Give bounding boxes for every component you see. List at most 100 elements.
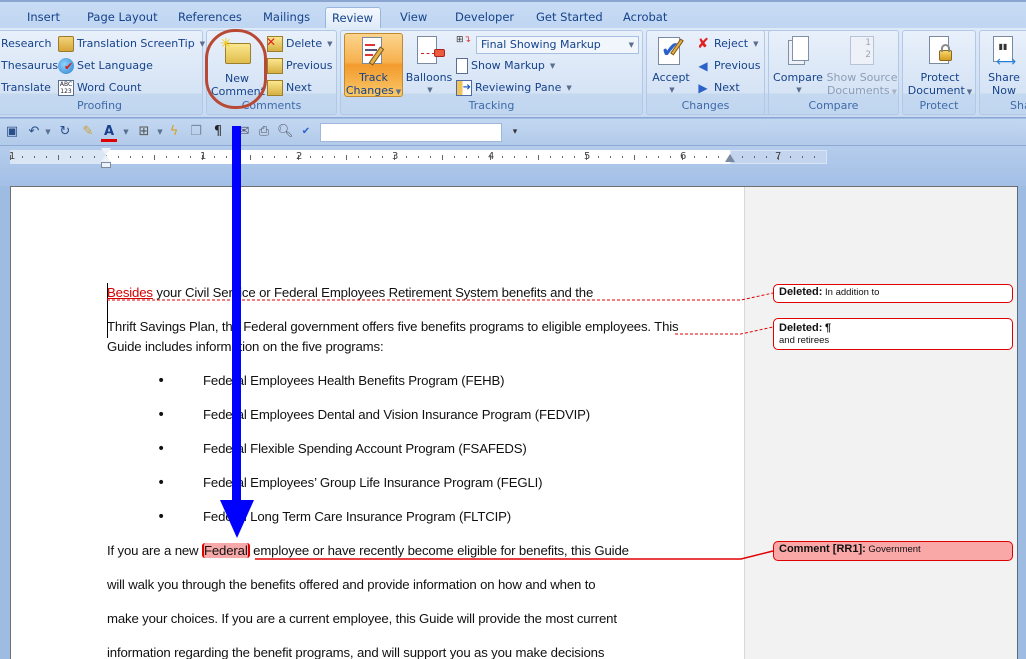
share-group: ▮▮ ⟷ Share Now Sha xyxy=(979,30,1026,115)
annotation-arrow-shaft xyxy=(232,126,241,506)
delete-comment-button[interactable]: ✕ Delete ▼ xyxy=(266,34,333,54)
ruler-tick xyxy=(346,155,347,160)
tab-acrobat[interactable]: Acrobat xyxy=(617,7,673,29)
ruler-tick xyxy=(502,156,503,158)
previous-change-icon: ◀ xyxy=(698,59,708,73)
balloon-title: Deleted: xyxy=(779,322,823,334)
right-indent-marker[interactable] xyxy=(725,154,735,162)
track-changes-icon xyxy=(358,36,390,68)
deletion-balloon[interactable]: Deleted: In addition to xyxy=(773,284,1013,303)
previous-comment-button[interactable]: Previous xyxy=(267,56,333,76)
ruler-tick xyxy=(442,155,443,160)
source-documents-icon: 12 xyxy=(846,36,878,68)
share-now-button[interactable]: ▮▮ ⟷ Share Now xyxy=(982,36,1026,97)
track-changes-button[interactable]: Track Changes ▼ xyxy=(344,33,403,97)
display-for-review-select[interactable]: Final Showing Markup ▼ xyxy=(476,36,639,54)
ruler-tick xyxy=(166,156,167,158)
show-markup-button[interactable]: Show Markup ▼ xyxy=(456,56,555,76)
customize-toolbar-icon[interactable]: ▾ xyxy=(507,124,523,140)
borders-icon[interactable]: ⊞ xyxy=(136,124,152,140)
word-count-button[interactable]: ABC 123 Word Count xyxy=(58,78,141,98)
toolbar-text-field[interactable] xyxy=(320,123,502,142)
ruler-tick xyxy=(178,156,179,158)
format-painter-icon[interactable]: ✎ xyxy=(80,124,96,140)
display-for-review-icon-button[interactable]: ⊞↴ xyxy=(456,34,472,54)
balloons-label: Balloons xyxy=(405,71,453,84)
share-label-2: Now xyxy=(992,84,1016,97)
document-icon xyxy=(456,58,468,74)
ruler-number: 7 xyxy=(775,151,782,162)
dropdown-caret-icon: ▼ xyxy=(199,40,206,48)
reviewing-pane-button[interactable]: ➜ Reviewing Pane ▼ xyxy=(456,78,572,98)
ruler-tick xyxy=(118,156,119,158)
pilcrow-icon: ¶ xyxy=(825,322,832,334)
ruler-number: 5 xyxy=(584,151,591,162)
reject-button[interactable]: ✘ Reject ▼ xyxy=(695,34,758,54)
ruler-tick xyxy=(526,156,527,158)
track-changes-label-2: Changes xyxy=(345,84,394,97)
balloon-connectors xyxy=(107,292,774,560)
copy-icon[interactable]: ❐ xyxy=(188,124,204,140)
ruler-tick xyxy=(610,156,611,158)
tab-mailings[interactable]: Mailings xyxy=(257,7,316,29)
ruler-tick xyxy=(670,156,671,158)
ruler-tick xyxy=(754,156,755,158)
tab-view[interactable]: View xyxy=(394,7,433,29)
ruler-tick xyxy=(814,156,815,158)
protect-document-button[interactable]: Protect Document ▼ xyxy=(905,36,975,99)
ruler-tick xyxy=(382,156,383,158)
ruler-tick xyxy=(478,156,479,158)
accept-button[interactable]: ✔ Accept ▼ xyxy=(651,36,691,97)
tab-page-layout[interactable]: Page Layout xyxy=(81,7,164,29)
ruler-tick xyxy=(250,155,251,160)
set-language-label: Set Language xyxy=(77,59,153,72)
translate-label: Translate xyxy=(1,81,51,94)
ruler-tick xyxy=(634,155,635,160)
thesaurus-button[interactable]: Thesaurus xyxy=(1,56,58,76)
compare-button[interactable]: Compare ▼ xyxy=(771,36,825,97)
set-language-button[interactable]: ✔ Set Language xyxy=(58,56,153,76)
deletion-balloon[interactable]: Deleted: ¶ and retirees xyxy=(773,318,1013,350)
comment-balloon[interactable]: Comment [RR1]: Government xyxy=(773,541,1013,561)
next-change-button[interactable]: ▶ Next xyxy=(695,78,739,98)
ruler-tick xyxy=(550,156,551,158)
next-comment-button[interactable]: Next xyxy=(267,78,312,98)
tab-developer[interactable]: Developer xyxy=(449,7,520,29)
save-icon[interactable]: ▣ xyxy=(4,124,20,140)
protect-group-label: Protect xyxy=(919,99,959,112)
undo-dropdown-icon[interactable]: ▼ xyxy=(40,124,56,140)
quick-access-toolbar: ▣ ↶ ▼ ↻ ✎ A ▼ ⊞ ▼ ϟ ❐ ¶ ✉ ⎙ 🔍︎ ✔ ▾ xyxy=(0,119,1026,146)
spelling-icon[interactable]: ✔ xyxy=(298,124,314,140)
ruler-tick xyxy=(82,156,83,158)
translation-screentip-button[interactable]: Translation ScreenTip ▼ xyxy=(58,34,205,54)
lightning-icon[interactable]: ϟ xyxy=(166,124,182,140)
balloons-button[interactable]: Balloons ▼ xyxy=(405,36,453,97)
document-page: Besides your Civil Service or Federal Em… xyxy=(10,186,1018,659)
dropdown-caret-icon: ▼ xyxy=(549,62,556,70)
proofing-group-label: Proofing xyxy=(76,99,123,112)
tab-references[interactable]: References xyxy=(172,7,248,29)
ruler-tick xyxy=(322,156,323,158)
previous-change-label: Previous xyxy=(714,59,761,72)
dropdown-caret-icon: ▼ xyxy=(566,84,572,92)
next-comment-label: Next xyxy=(286,81,312,94)
ruler-tick xyxy=(34,156,35,158)
ruler-tick xyxy=(274,156,275,158)
tab-insert[interactable]: Insert xyxy=(21,7,66,29)
ruler-tick xyxy=(514,156,515,158)
compare-label: Compare xyxy=(773,71,823,84)
indent-marker[interactable] xyxy=(101,148,111,170)
font-color-dropdown-icon[interactable]: ▼ xyxy=(118,124,134,140)
show-source-documents-button[interactable]: 12 Show Source Documents ▼ xyxy=(825,36,899,99)
research-button[interactable]: Research xyxy=(1,34,51,54)
translate-button[interactable]: Translate xyxy=(1,78,51,98)
previous-change-button[interactable]: ◀ Previous xyxy=(695,56,761,76)
ruler-tick xyxy=(286,156,287,158)
redo-icon[interactable]: ↻ xyxy=(57,124,73,140)
print-icon[interactable]: ⎙ xyxy=(256,124,272,140)
pilcrow-icon[interactable]: ¶ xyxy=(210,124,226,140)
tab-get-started[interactable]: Get Started xyxy=(530,7,609,29)
print-preview-icon[interactable]: 🔍︎ xyxy=(277,124,294,140)
show-source-label-1: Show Source xyxy=(826,71,898,84)
font-color-icon[interactable]: A xyxy=(101,124,117,142)
